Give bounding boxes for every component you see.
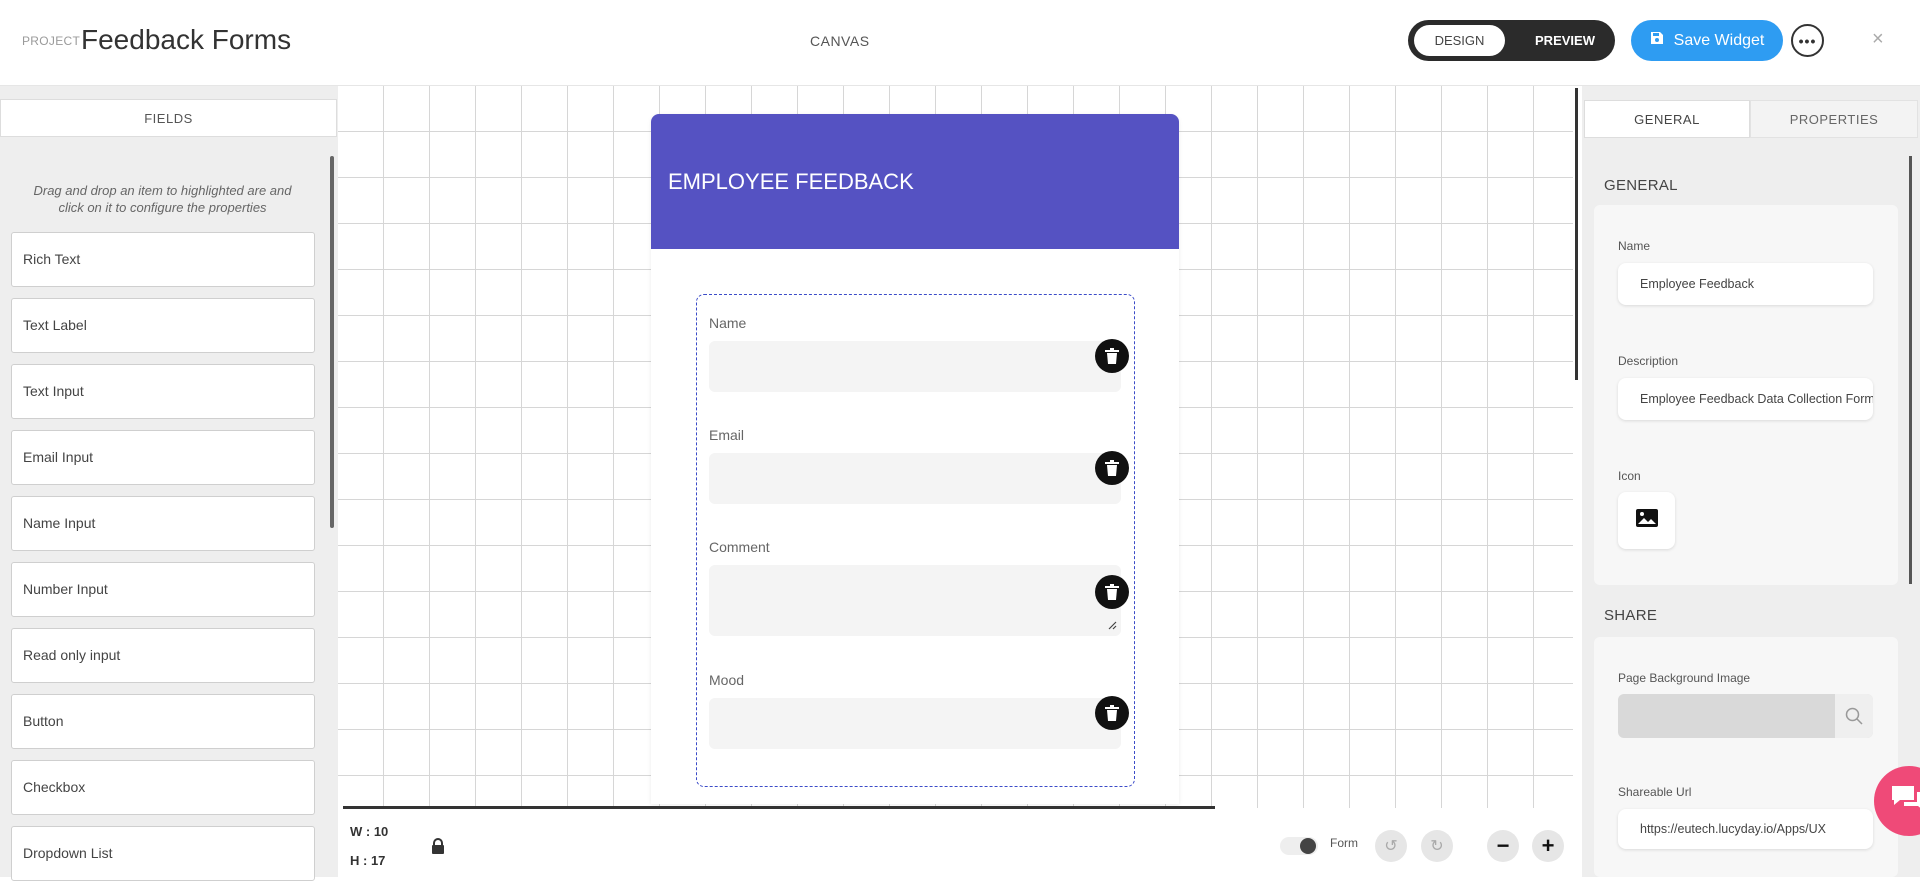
widget-description-input[interactable]: Employee Feedback Data Collection Form xyxy=(1618,378,1873,420)
icon-picker-button[interactable] xyxy=(1618,492,1675,549)
form-field-mood[interactable]: Mood xyxy=(709,672,1129,749)
field-item-number-input[interactable]: Number Input xyxy=(11,562,315,617)
share-section-title: SHARE xyxy=(1604,607,1658,624)
shareable-url-label: Shareable Url xyxy=(1618,785,1692,799)
page-background-image-input[interactable] xyxy=(1618,694,1873,738)
trash-icon[interactable] xyxy=(1095,696,1129,730)
save-widget-label: Save Widget xyxy=(1673,31,1765,49)
tab-properties[interactable]: PROPERTIES xyxy=(1750,100,1918,138)
tab-general[interactable]: GENERAL xyxy=(1584,100,1750,138)
fields-panel: FIELDS Drag and drop an item to highligh… xyxy=(0,86,338,881)
canvas-vertical-scrollbar[interactable] xyxy=(1575,88,1578,380)
properties-scrollbar[interactable] xyxy=(1909,156,1912,584)
field-item-text-input[interactable]: Text Input xyxy=(11,364,315,419)
close-icon[interactable]: × xyxy=(1872,28,1884,51)
form-field-label: Comment xyxy=(709,539,770,555)
general-section-title: GENERAL xyxy=(1604,177,1678,194)
form-drop-area[interactable]: Name Email Comment Mood xyxy=(696,294,1135,787)
more-options-button[interactable]: ••• xyxy=(1791,24,1824,57)
trash-icon[interactable] xyxy=(1095,451,1129,485)
widget-height: H : 17 xyxy=(350,853,386,868)
form-field-label: Email xyxy=(709,427,745,443)
field-item-dropdown-list[interactable]: Dropdown List xyxy=(11,826,315,881)
field-item-checkbox[interactable]: Checkbox xyxy=(11,760,315,815)
form-field-label: Mood xyxy=(709,672,745,688)
project-title: Feedback Forms xyxy=(81,24,292,55)
email-input[interactable] xyxy=(709,451,1129,504)
field-item-name-input[interactable]: Name Input xyxy=(11,496,315,551)
field-item-read-only-input[interactable]: Read only input xyxy=(11,628,315,683)
trash-icon[interactable] xyxy=(1095,575,1129,609)
save-icon xyxy=(1650,31,1664,50)
form-title: EMPLOYEE FEEDBACK xyxy=(651,114,1179,249)
design-preview-toggle: DESIGN PREVIEW xyxy=(1408,20,1615,61)
plus-icon: + xyxy=(1541,833,1555,858)
chat-icon xyxy=(1890,783,1920,820)
image-icon xyxy=(1635,509,1658,532)
field-item-rich-text[interactable]: Rich Text xyxy=(11,232,315,287)
design-mode-button[interactable]: DESIGN xyxy=(1414,25,1505,56)
form-mode-label: Form xyxy=(1330,836,1358,850)
properties-panel: GENERAL PROPERTIES GENERAL Name Employee… xyxy=(1582,86,1920,877)
search-icon[interactable] xyxy=(1835,694,1873,738)
name-label: Name xyxy=(1618,239,1651,253)
trash-icon[interactable] xyxy=(1095,339,1129,373)
description-label: Description xyxy=(1618,354,1679,368)
field-item-email-input[interactable]: Email Input xyxy=(11,430,315,485)
resize-handle-icon[interactable] xyxy=(1107,620,1117,633)
canvas-toolbar: W : 10 H : 17 Form ↺ ↻ − + xyxy=(338,810,1573,877)
form-field-label: Name xyxy=(709,315,747,331)
undo-button[interactable]: ↺ xyxy=(1375,830,1407,862)
icon-label: Icon xyxy=(1618,469,1641,483)
redo-icon: ↻ xyxy=(1430,838,1444,855)
save-widget-button[interactable]: Save Widget xyxy=(1631,20,1783,61)
redo-button[interactable]: ↻ xyxy=(1421,830,1453,862)
more-icon: ••• xyxy=(1798,32,1817,49)
lock-icon[interactable] xyxy=(431,838,445,859)
fields-scrollbar[interactable] xyxy=(330,156,334,528)
field-item-text-label[interactable]: Text Label xyxy=(11,298,315,353)
name-input[interactable] xyxy=(709,339,1129,392)
fields-help-text: Drag and drop an item to highlighted are… xyxy=(33,183,292,215)
preview-mode-button[interactable]: PREVIEW xyxy=(1520,25,1610,56)
widget-name-input[interactable]: Employee Feedback xyxy=(1618,263,1873,305)
canvas-label: CANVAS xyxy=(810,33,870,49)
undo-icon: ↺ xyxy=(1384,838,1398,855)
comment-textarea[interactable] xyxy=(709,565,1129,636)
canvas-horizontal-scrollbar[interactable] xyxy=(343,806,1215,809)
minus-icon: − xyxy=(1496,833,1510,858)
zoom-in-button[interactable]: + xyxy=(1532,830,1564,862)
zoom-out-button[interactable]: − xyxy=(1487,830,1519,862)
widget-width: W : 10 xyxy=(350,824,389,839)
tab-fields[interactable]: FIELDS xyxy=(0,99,337,137)
form-card[interactable]: EMPLOYEE FEEDBACK Name Email Comment Moo… xyxy=(651,114,1179,804)
top-header: PROJECT Feedback Forms CANVAS DESIGN PRE… xyxy=(0,0,1920,86)
shareable-url-input[interactable]: https://eutech.lucyday.io/Apps/UX xyxy=(1618,809,1873,849)
field-list: Rich Text Text Label Text Input Email In… xyxy=(11,232,315,892)
form-mode-switch[interactable] xyxy=(1280,837,1318,855)
field-item-button[interactable]: Button xyxy=(11,694,315,749)
mood-input[interactable] xyxy=(709,696,1129,749)
project-label: PROJECT xyxy=(22,34,81,48)
form-field-email[interactable]: Email xyxy=(709,427,1129,504)
switch-knob xyxy=(1300,838,1316,854)
form-field-comment[interactable]: Comment xyxy=(709,539,1129,636)
bg-image-label: Page Background Image xyxy=(1618,671,1751,685)
form-field-name[interactable]: Name xyxy=(709,315,1129,392)
